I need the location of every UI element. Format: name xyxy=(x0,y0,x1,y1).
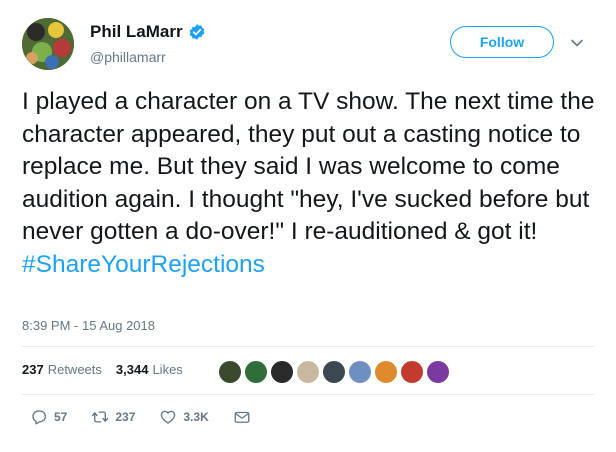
verified-badge-icon xyxy=(189,24,205,40)
retweets-stat[interactable]: 237 Retweets xyxy=(22,362,102,377)
liker-avatars xyxy=(218,360,452,384)
tweet-text: I played a character on a TV show. The n… xyxy=(22,86,602,281)
likes-stat[interactable]: 3,344 Likes xyxy=(116,362,183,377)
like-count: 3.3K xyxy=(183,410,209,424)
liker-avatar[interactable] xyxy=(270,360,294,384)
envelope-icon xyxy=(234,411,250,423)
tweet-actions: 57 237 3.3K xyxy=(30,408,281,426)
liker-avatar[interactable] xyxy=(218,360,242,384)
likes-label: Likes xyxy=(152,362,183,377)
retweet-icon xyxy=(92,411,109,423)
retweet-button[interactable]: 237 xyxy=(91,408,135,426)
reply-count: 57 xyxy=(54,410,68,424)
tweet-timestamp[interactable]: 8:39 PM - 15 Aug 2018 xyxy=(22,318,155,333)
liker-avatar[interactable] xyxy=(374,360,398,384)
author-display-name[interactable]: Phil LaMarr xyxy=(90,22,183,42)
avatar-collage-image xyxy=(22,18,74,70)
hashtag-link[interactable]: #ShareYourRejections xyxy=(22,251,265,278)
liker-avatar[interactable] xyxy=(426,360,450,384)
liker-avatar[interactable] xyxy=(296,360,320,384)
tweet-stats: 237 Retweets 3,344 Likes xyxy=(22,362,197,377)
divider xyxy=(22,346,594,347)
liker-avatar[interactable] xyxy=(400,360,424,384)
author-name-row: Phil LaMarr xyxy=(90,22,206,42)
retweets-label: Retweets xyxy=(47,362,102,377)
like-button[interactable]: 3.3K xyxy=(159,408,209,426)
liker-avatar[interactable] xyxy=(322,360,346,384)
heart-icon xyxy=(161,410,176,424)
author-handle[interactable]: @phillamarr xyxy=(90,49,166,65)
reply-button[interactable]: 57 xyxy=(30,408,67,426)
chevron-down-icon[interactable] xyxy=(570,36,584,50)
follow-button[interactable]: Follow xyxy=(450,26,554,58)
likes-count: 3,344 xyxy=(115,362,149,377)
liker-avatar[interactable] xyxy=(244,360,268,384)
reply-icon xyxy=(32,410,47,425)
retweets-count: 237 xyxy=(22,362,44,377)
divider xyxy=(22,394,594,395)
liker-avatar[interactable] xyxy=(348,360,372,384)
retweet-count: 237 xyxy=(115,410,136,424)
avatar[interactable] xyxy=(22,18,74,70)
direct-message-button[interactable] xyxy=(233,408,257,426)
tweet-body: I played a character on a TV show. The n… xyxy=(22,88,595,245)
